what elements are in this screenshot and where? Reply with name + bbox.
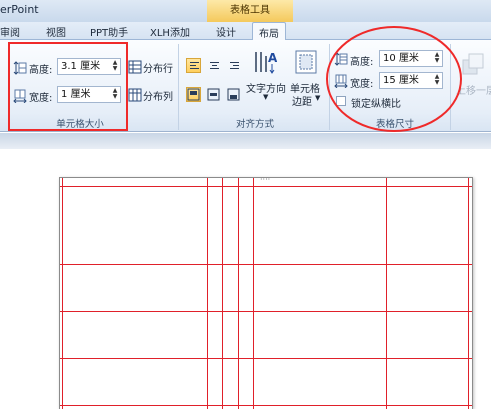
text-direction-button[interactable]: A 文字方向 ▼ <box>244 48 288 108</box>
table-column-border <box>222 178 223 409</box>
ribbon-shadow-band <box>0 133 491 149</box>
group-separator <box>178 44 179 130</box>
tab-view[interactable]: 视图 <box>46 24 66 39</box>
align-right-button[interactable] <box>226 58 241 73</box>
tab-review[interactable]: 审阅 <box>0 24 20 39</box>
table-row-border <box>60 186 472 187</box>
table-row-border <box>60 358 472 359</box>
align-center-button[interactable] <box>206 58 221 73</box>
table-column-border <box>238 178 239 409</box>
align-middle-icon <box>207 88 220 101</box>
app-title: erPoint <box>0 3 39 16</box>
cell-margins-icon <box>295 50 317 74</box>
cell-margins-button[interactable]: 单元格 边距 ▼ <box>289 48 325 110</box>
distribute-columns-icon <box>128 88 142 102</box>
highlight-ellipse <box>326 26 462 132</box>
align-top-icon <box>187 88 200 101</box>
alignment-group-label: 对齐方式 <box>235 119 274 130</box>
align-middle-button[interactable] <box>206 87 221 102</box>
table-row-border <box>60 311 472 312</box>
distribute-rows-label: 分布行 <box>143 64 173 75</box>
highlight-rectangle <box>8 42 128 131</box>
table-row-border <box>60 264 472 265</box>
title-bar: erPoint 表格工具 <box>0 0 491 22</box>
align-bottom-icon <box>227 88 240 101</box>
distribute-columns-label: 分布列 <box>143 92 173 103</box>
distribute-rows-icon <box>128 60 142 74</box>
table-column-border <box>253 178 254 409</box>
tab-ppt-helper[interactable]: PPT助手 <box>90 24 128 39</box>
cell-margins-label-line2: 边距 <box>292 97 312 108</box>
resize-handle-icon[interactable]: ···· <box>260 178 270 184</box>
align-bottom-button[interactable] <box>226 87 241 102</box>
contextual-tab-group-table-tools: 表格工具 <box>207 0 293 22</box>
table-column-border <box>207 178 208 409</box>
tab-layout[interactable]: 布局 <box>252 22 286 41</box>
tab-design[interactable]: 设计 <box>216 24 236 39</box>
slide-canvas[interactable]: ···· <box>59 177 473 409</box>
table-row-border <box>60 405 472 406</box>
bring-forward-icon <box>462 53 484 75</box>
align-top-button[interactable] <box>186 87 201 102</box>
chevron-down-icon: ▼ <box>315 94 321 102</box>
table-column-border <box>386 178 387 409</box>
text-direction-icon: A <box>255 51 277 74</box>
chevron-down-icon: ▼ <box>263 93 269 101</box>
table-column-border <box>62 178 63 409</box>
tab-xlh-addin[interactable]: XLH添加 <box>150 24 190 39</box>
align-left-button[interactable] <box>186 58 201 73</box>
table-column-border <box>468 178 469 409</box>
svg-text:A: A <box>268 51 277 65</box>
